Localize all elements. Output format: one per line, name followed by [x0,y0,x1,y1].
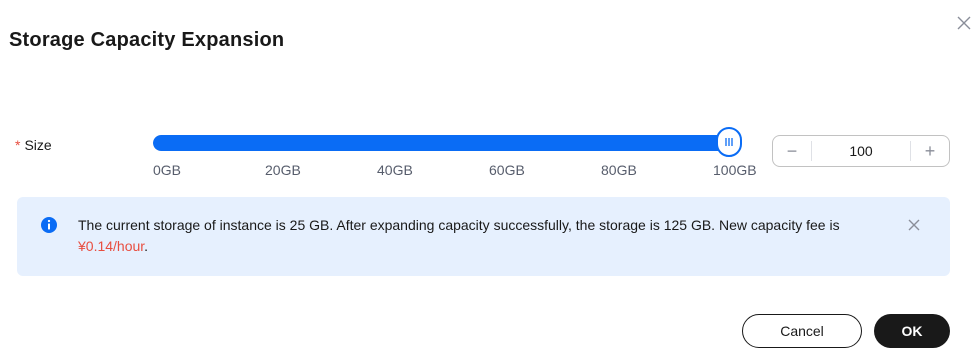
capacity-fee: ¥0.14/hour [78,238,145,254]
tick-label: 40GB [377,162,413,178]
tick-label: 0GB [153,162,182,178]
close-icon[interactable] [907,218,921,232]
alert-message: The current storage of instance is 25 GB… [78,215,878,257]
cancel-button[interactable]: Cancel [742,314,862,348]
size-slider[interactable] [153,127,742,157]
info-icon [41,217,57,233]
dialog-title: Storage Capacity Expansion [9,29,285,51]
alert-text-end: . [144,238,149,254]
tick-label: 100GB [713,162,757,178]
slider-ticks: 0GB 20GB 40GB 60GB 80GB 100GB [153,162,757,180]
tick-label: 80GB [601,162,637,178]
slider-handle[interactable] [716,127,742,157]
alert-text: The current storage of instance is 25 GB… [78,217,840,233]
decrement-button[interactable]: − [773,136,811,166]
ok-button[interactable]: OK [874,314,950,348]
size-stepper: − 100 + [772,135,950,167]
slider-fill [153,135,729,151]
info-alert: The current storage of instance is 25 GB… [17,197,950,276]
required-mark: * [15,137,21,153]
size-input[interactable]: 100 [812,136,910,166]
close-icon[interactable] [955,14,973,32]
increment-button[interactable]: + [911,136,949,166]
size-label: Size [24,137,52,153]
tick-label: 60GB [489,162,525,178]
size-label-row: * Size [15,137,52,153]
slider-track[interactable] [153,135,729,151]
tick-label: 20GB [265,162,301,178]
grip-icon [725,138,733,146]
